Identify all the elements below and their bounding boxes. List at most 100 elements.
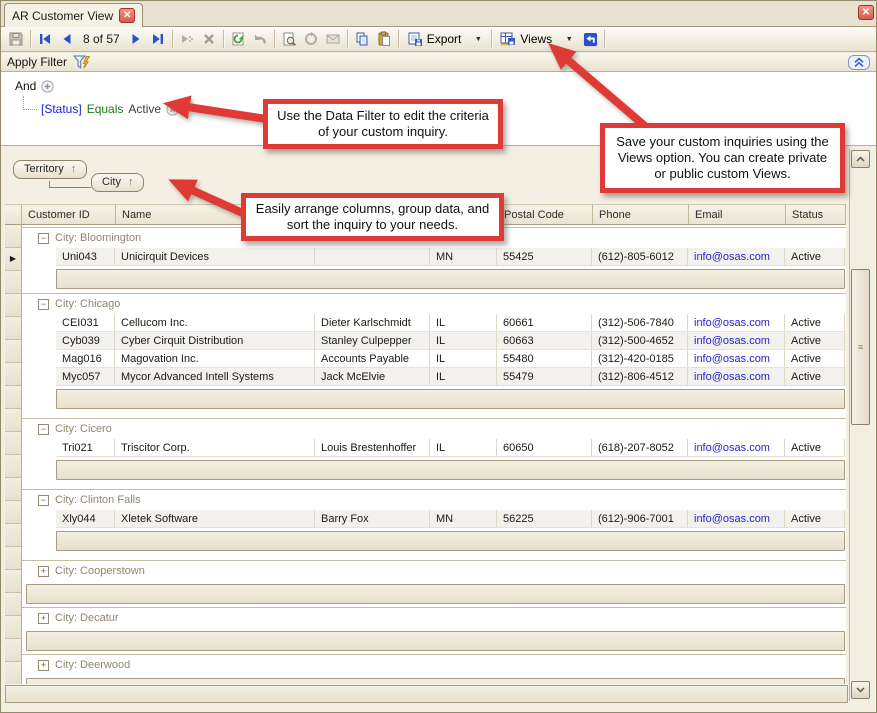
scroll-up-button[interactable] — [851, 150, 870, 168]
sync-button[interactable] — [300, 28, 322, 50]
filter-condition-operator[interactable]: Equals — [87, 102, 124, 116]
row-indicator-cell[interactable] — [5, 386, 22, 409]
group-row[interactable]: +City: Deerwood — [22, 654, 846, 675]
export-dropdown-button[interactable]: ▼ — [466, 28, 488, 50]
row-indicator-cell[interactable] — [5, 616, 22, 639]
paste-icon — [376, 31, 392, 47]
back-button[interactable] — [579, 28, 601, 50]
group-button-city[interactable]: City ↑ — [91, 173, 144, 192]
next-record-button[interactable] — [125, 28, 147, 50]
filter-operator[interactable]: And — [15, 79, 36, 93]
row-indicator-cell[interactable] — [5, 317, 22, 340]
row-indicator-cell[interactable] — [5, 501, 22, 524]
save-button[interactable] — [5, 28, 27, 50]
apply-filter-title: Apply Filter — [7, 55, 67, 69]
cell-email[interactable]: info@osas.com — [688, 314, 785, 331]
cell-customer-id: Mag016 — [56, 350, 115, 367]
group-button-territory[interactable]: Territory ↑ — [13, 160, 87, 179]
table-row[interactable]: Mag016Magovation Inc.Accounts PayableIL5… — [56, 350, 846, 368]
previous-record-button[interactable] — [56, 28, 78, 50]
row-indicator-cell[interactable]: ▶ — [5, 248, 22, 271]
toolbar-separator — [398, 30, 399, 48]
group-row[interactable]: +City: Decatur — [22, 607, 846, 628]
table-row[interactable]: Uni043Unicirquit DevicesMN55425(612)-805… — [56, 248, 846, 266]
refresh-button[interactable] — [227, 28, 249, 50]
row-indicator-cell[interactable] — [5, 294, 22, 317]
filter-condition-field[interactable]: [Status] — [41, 102, 82, 116]
table-row[interactable]: Xly044Xletek SoftwareBarry FoxMN56225(61… — [56, 510, 846, 528]
cell-email[interactable]: info@osas.com — [688, 248, 785, 265]
collapse-icon[interactable]: − — [38, 424, 49, 435]
collapse-icon[interactable]: − — [38, 299, 49, 310]
table-row[interactable]: CEI031Cellucom Inc.Dieter KarlschmidtIL6… — [56, 314, 846, 332]
row-indicator-cell[interactable] — [5, 271, 22, 294]
column-header-customer-id[interactable]: Customer ID — [22, 204, 116, 225]
cell-email[interactable]: info@osas.com — [688, 350, 785, 367]
row-indicator-cell[interactable] — [5, 363, 22, 386]
remove-condition-icon[interactable] — [166, 103, 179, 116]
last-record-button[interactable] — [147, 28, 169, 50]
table-row[interactable]: Cyb039Cyber Cirquit DistributionStanley … — [56, 332, 846, 350]
table-row[interactable]: Tri021Triscitor Corp.Louis Brestenhoffer… — [56, 439, 846, 457]
row-indicator-cell[interactable] — [5, 639, 22, 662]
add-condition-icon[interactable] — [41, 80, 54, 93]
row-indicator-cell[interactable] — [5, 478, 22, 501]
paste-button[interactable] — [373, 28, 395, 50]
tab-close-icon[interactable]: ✕ — [119, 8, 135, 23]
table-row[interactable]: Myc057Mycor Advanced Intell SystemsJack … — [56, 368, 846, 386]
column-header-status[interactable]: Status — [786, 204, 846, 225]
cell-status: Active — [785, 368, 845, 385]
toolbar-separator — [30, 30, 31, 48]
group-row[interactable]: +City: Cooperstown — [22, 560, 846, 581]
group-row[interactable]: −City: Chicago — [22, 293, 846, 314]
scrollbar-thumb[interactable]: ≡ — [851, 269, 870, 425]
row-indicator-cell[interactable] — [5, 455, 22, 478]
filter-condition[interactable]: [Status] Equals Active — [41, 102, 179, 116]
export-button[interactable]: Export — [402, 28, 467, 50]
row-indicator-cell[interactable] — [5, 662, 22, 684]
row-indicator-cell[interactable] — [5, 432, 22, 455]
vertical-scrollbar[interactable]: ≡ — [849, 149, 870, 701]
column-header-email[interactable]: Email — [689, 204, 786, 225]
export-icon — [407, 31, 423, 47]
delete-record-button[interactable] — [198, 28, 220, 50]
group-row[interactable]: −City: Clinton Falls — [22, 489, 846, 510]
column-header-postal-code[interactable]: Postal Code — [498, 204, 593, 225]
views-dropdown-button[interactable]: ▼ — [557, 28, 579, 50]
first-record-button[interactable] — [34, 28, 56, 50]
collapse-icon[interactable]: − — [38, 495, 49, 506]
column-header-phone[interactable]: Phone — [593, 204, 689, 225]
window-close-icon[interactable]: ✕ — [858, 5, 874, 20]
expand-icon[interactable]: + — [38, 660, 49, 671]
group-row[interactable]: −City: Cicero — [22, 418, 846, 439]
collapse-icon[interactable]: − — [38, 233, 49, 244]
expand-icon[interactable]: + — [38, 613, 49, 624]
scroll-down-button[interactable] — [851, 681, 870, 699]
row-indicator-cell[interactable] — [5, 225, 22, 248]
current-row-indicator: ▶ — [10, 255, 16, 263]
copy-button[interactable] — [351, 28, 373, 50]
cell-customer-id: Xly044 — [56, 510, 115, 527]
row-indicator-cell[interactable] — [5, 570, 22, 593]
row-indicator-cell[interactable] — [5, 524, 22, 547]
email-button[interactable] — [322, 28, 344, 50]
cell-contact: Jack McElvie — [315, 368, 430, 385]
cell-email[interactable]: info@osas.com — [688, 368, 785, 385]
tab-ar-customer-view[interactable]: AR Customer View ✕ — [4, 3, 143, 27]
row-indicator-cell[interactable] — [5, 340, 22, 363]
print-preview-button[interactable] — [278, 28, 300, 50]
group-label: City: Clinton Falls — [55, 494, 141, 506]
filter-condition-value[interactable]: Active — [128, 102, 161, 116]
new-record-button[interactable] — [176, 28, 198, 50]
expand-icon[interactable]: + — [38, 566, 49, 577]
cell-email[interactable]: info@osas.com — [688, 510, 785, 527]
cell-email[interactable]: info@osas.com — [688, 332, 785, 349]
filter-collapse-button[interactable] — [848, 55, 870, 70]
views-button[interactable]: Views — [495, 28, 557, 50]
row-indicator-cell[interactable] — [5, 593, 22, 616]
row-indicator-cell[interactable] — [5, 409, 22, 432]
cell-email[interactable]: info@osas.com — [688, 439, 785, 456]
row-indicator-cell[interactable] — [5, 547, 22, 570]
chevron-down-icon — [856, 687, 865, 693]
undo-button[interactable] — [249, 28, 271, 50]
